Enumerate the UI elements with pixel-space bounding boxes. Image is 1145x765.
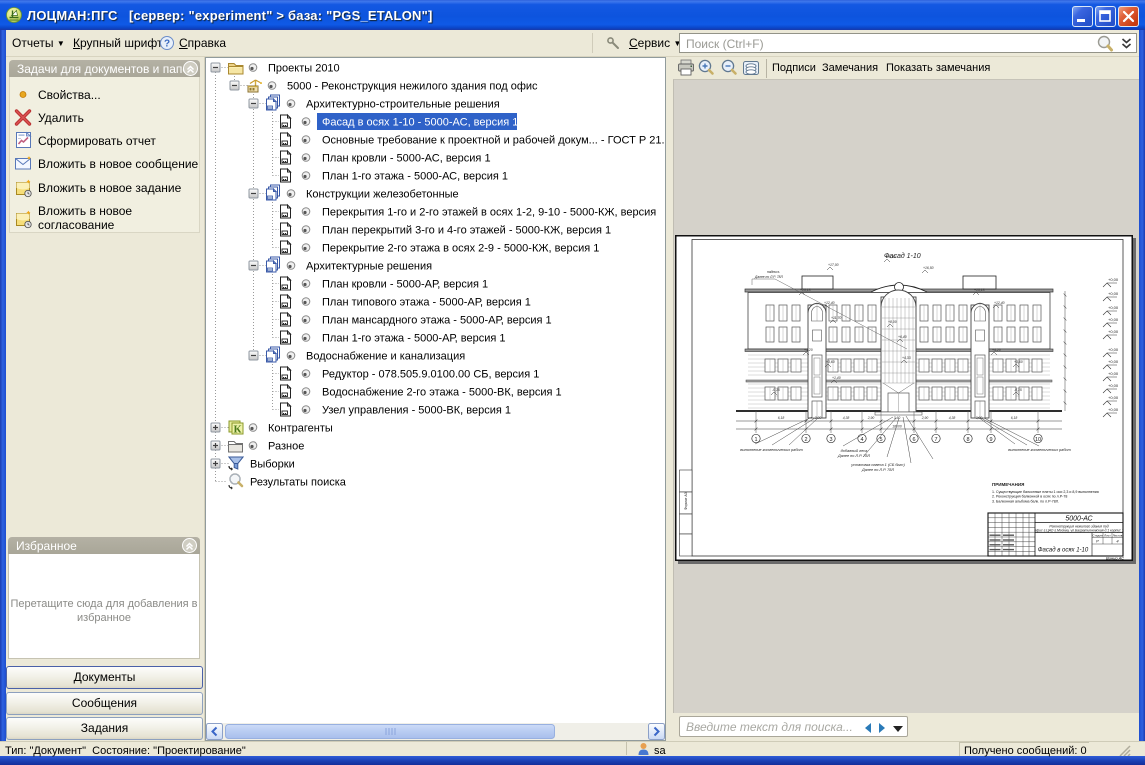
svg-text:+4,20: +4,20 — [804, 348, 813, 352]
svg-text:+3,60: +3,60 — [1014, 360, 1023, 364]
svg-text:+0,00: +0,00 — [1108, 317, 1119, 322]
svg-text:+17,00: +17,00 — [828, 263, 839, 267]
svg-text:Основные требование к проектно: Основные требование к проектной и рабоче… — [322, 135, 665, 147]
svg-text:+0,00: +0,00 — [1108, 347, 1119, 352]
svg-text:2. Реконструкция балконной в о: 2. Реконструкция балконной в осях по л.Р… — [992, 495, 1067, 499]
svg-text:+12,40: +12,40 — [824, 301, 835, 305]
svg-text:4,38: 4,38 — [843, 416, 850, 420]
svg-text:Далее по Л.Р. 78Л: Далее по Л.Р. 78Л — [754, 275, 783, 279]
svg-text:2,90: 2,90 — [921, 416, 929, 420]
svg-text:План мансардного этажа - 5000-: План мансардного этажа - 5000-АР, версия… — [322, 315, 552, 327]
svg-text:+16,80: +16,80 — [885, 255, 896, 259]
svg-text:выполнение косметических работ: выполнение косметических работ — [740, 448, 803, 452]
svg-text:+6,40: +6,40 — [898, 335, 907, 339]
svg-text:-0,15: -0,15 — [1014, 388, 1022, 392]
svg-text:Фасад в осях 1-10 - 5000-АС, в: Фасад в осях 1-10 - 5000-АС, версия 1 — [322, 117, 518, 129]
svg-text:Винир АС: Винир АС — [1106, 556, 1124, 561]
svg-text:1. Существующие балконные плит: 1. Существующие балконные плиты 1 оси 2,… — [992, 490, 1099, 494]
svg-text:Далее по Л.Р. 78Л: Далее по Л.Р. 78Л — [861, 468, 894, 472]
svg-text:надпись: надпись — [767, 270, 780, 274]
svg-text:10: 10 — [1035, 437, 1041, 443]
svg-text:Конструкции железобетонные: Конструкции железобетонные — [306, 189, 459, 201]
svg-text:7: 7 — [934, 437, 937, 443]
svg-text:5000 - Реконструкция нежилого: 5000 - Реконструкция нежилого здания под… — [287, 81, 538, 93]
svg-text:Лист: Лист — [1104, 533, 1111, 537]
svg-text:установка навеса 1 (СБ быт): установка навеса 1 (СБ быт) — [850, 463, 905, 467]
svg-text:План 1-го этажа - 5000-АР, вер: План 1-го этажа - 5000-АР, версия 1 — [322, 333, 506, 345]
svg-text:Фасад в осях 1-10: Фасад в осях 1-10 — [1038, 548, 1089, 554]
svg-text:Разное: Разное — [268, 441, 304, 453]
svg-text:+8,00: +8,00 — [888, 320, 897, 324]
svg-text:Водоснабжение и канализация: Водоснабжение и канализация — [306, 351, 465, 363]
svg-text:План кровли - 5000-АС, версия: План кровли - 5000-АС, версия 1 — [322, 153, 491, 165]
svg-text:Контрагенты: Контрагенты — [268, 423, 333, 435]
svg-text:Узел управления - 5000-ВК, вер: Узел управления - 5000-ВК, версия 1 — [322, 405, 511, 417]
svg-text:+13,13: +13,13 — [800, 288, 811, 292]
svg-text:+11,70: +11,70 — [831, 316, 841, 320]
svg-text:План кровли - 5000-АР, версия: План кровли - 5000-АР, версия 1 — [322, 279, 488, 291]
svg-text:добавный леса: добавный леса — [841, 449, 868, 453]
svg-text:8: 8 — [966, 437, 969, 443]
svg-text:3. Балконная альбома балк. по: 3. Балконная альбома балк. по л.Р-78Л. — [992, 499, 1059, 503]
svg-text:+0,00: +0,00 — [1108, 371, 1119, 376]
svg-text:Архитектурно-строительные реше: Архитектурно-строительные решения — [306, 99, 500, 111]
svg-text:+4,33: +4,33 — [902, 356, 911, 360]
svg-text:?: ? — [164, 39, 170, 50]
svg-text:+0,00: +0,00 — [1108, 383, 1119, 388]
svg-text:+13,13: +13,13 — [974, 288, 985, 292]
svg-text:4,38: 4,38 — [949, 416, 956, 420]
svg-text:Перекрытие 2-го этажа в осях 2: Перекрытие 2-го этажа в осях 2-9 - 5000-… — [322, 243, 599, 255]
svg-text:3,00: 3,00 — [815, 416, 822, 420]
svg-text:Выборки: Выборки — [250, 459, 295, 471]
svg-text:офис г.ЦАО г.Москва, ул.Баграт: офис г.ЦАО г.Москва, ул.Багратионовская … — [1034, 529, 1123, 533]
svg-text:выполнение косметических работ: выполнение косметических работ — [1008, 448, 1071, 452]
svg-text:1: 1 — [754, 437, 757, 443]
svg-text:+0,00: +0,00 — [1108, 277, 1119, 282]
svg-text:Р: Р — [1096, 539, 1099, 544]
svg-text:Водоснабжение 2-го этажа - 500: Водоснабжение 2-го этажа - 5000-ВК, верс… — [322, 387, 562, 399]
svg-text:+3,60: +3,60 — [826, 360, 835, 364]
svg-text:Формат А3: Формат А3 — [684, 492, 688, 510]
svg-text:+0,00: +0,00 — [1108, 407, 1119, 412]
svg-text:+12,40: +12,40 — [994, 301, 1005, 305]
svg-text:6,18: 6,18 — [778, 416, 785, 420]
svg-text:6: 6 — [912, 437, 915, 443]
svg-text:+0,00: +0,00 — [1108, 359, 1119, 364]
svg-text:+0,00: +0,00 — [1108, 395, 1119, 400]
svg-text:9: 9 — [989, 437, 992, 443]
svg-text:4: 4 — [860, 437, 863, 443]
svg-text:Далее по Л.Р. 78Л: Далее по Л.Р. 78Л — [837, 454, 870, 458]
svg-text:Стадия: Стадия — [1092, 533, 1103, 537]
svg-text:+0,00: +0,00 — [1108, 329, 1119, 334]
svg-text:План 1-го этажа - 5000-АС, вер: План 1-го этажа - 5000-АС, версия 1 — [322, 171, 508, 183]
svg-text:5: 5 — [879, 437, 882, 443]
svg-text:+16,50: +16,50 — [923, 266, 934, 270]
svg-text:+0,00: +0,00 — [1108, 291, 1119, 296]
svg-text:+4,20: +4,20 — [992, 348, 1001, 352]
svg-text:План типового этажа - 5000-АР,: План типового этажа - 5000-АР, версия 1 — [322, 297, 531, 309]
svg-text:-0,15: -0,15 — [772, 388, 780, 392]
svg-text:Архитектурные решения: Архитектурные решения — [306, 261, 432, 273]
svg-text:ПРИМЕЧАНИЯ: ПРИМЕЧАНИЯ — [992, 482, 1024, 487]
svg-text:3: 3 — [829, 437, 832, 443]
svg-text:План перекрытий 3-го и 4-го эт: План перекрытий 3-го и 4-го этажей - 500… — [322, 225, 611, 237]
svg-text:Перекрытия 1-го и 2-го этажей: Перекрытия 1-го и 2-го этажей в осях 1-2… — [322, 207, 656, 219]
svg-text:+1,40: +1,40 — [832, 376, 841, 380]
svg-text:Результаты поиска: Результаты поиска — [250, 477, 347, 489]
svg-text:Проекты 2010: Проекты 2010 — [268, 63, 340, 75]
svg-text:2: 2 — [804, 437, 807, 443]
svg-text:Редуктор - 078.505.9.0100.00 С: Редуктор - 078.505.9.0100.00 СБ, версия … — [322, 369, 539, 381]
svg-text:+0,00: +0,00 — [1108, 305, 1119, 310]
svg-text:2,90: 2,90 — [867, 416, 875, 420]
svg-text:5000-АС: 5000-АС — [1065, 516, 1093, 523]
svg-text:6,18: 6,18 — [1011, 416, 1018, 420]
svg-text:Листов: Листов — [1113, 533, 1123, 537]
